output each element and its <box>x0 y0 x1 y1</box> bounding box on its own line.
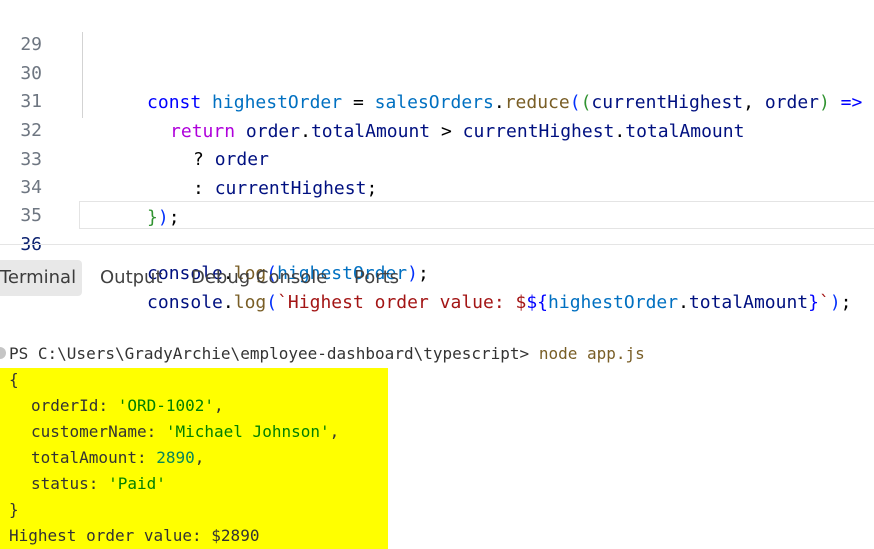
code-line[interactable]: 35 console.log(highestOrder); <box>0 172 874 284</box>
output-value: 2890 <box>156 448 195 467</box>
terminal-prompt: PS C:\Users\GradyArchie\employee-dashboa… <box>9 344 539 363</box>
tab-ports[interactable]: Ports <box>354 260 399 296</box>
tab-debug-console[interactable]: Debug Console <box>191 260 327 296</box>
output-key: customerName <box>31 422 147 441</box>
code-line[interactable]: 33 }); <box>0 116 874 228</box>
code-line[interactable]: 31 ? order <box>0 58 874 170</box>
tab-terminal[interactable]: Terminal <box>0 260 82 296</box>
output-field: orderId: 'ORD-1002', <box>31 396 224 415</box>
output-value: 'Michael Johnson' <box>165 422 330 441</box>
code-line[interactable]: 29 const highestOrder = salesOrders.redu… <box>0 1 874 113</box>
panel-tabs: Terminal Output Debug Console Ports <box>0 260 874 296</box>
code-line[interactable]: 34 <box>0 144 874 198</box>
output-sep: , <box>194 448 205 467</box>
output-field: status: 'Paid' <box>31 474 166 493</box>
code-line[interactable]: 30 return order.totalAmount > currentHig… <box>0 30 874 142</box>
command-decoration-icon[interactable] <box>0 347 6 359</box>
output-value: 'Paid' <box>108 474 166 493</box>
output-close-brace: } <box>9 500 19 519</box>
output-open-brace: { <box>9 370 19 389</box>
terminal-prompt-line: PS C:\Users\GradyArchie\employee-dashboa… <box>9 341 645 367</box>
output-key: orderId <box>31 396 99 415</box>
output-sep: , <box>329 422 340 441</box>
code-line[interactable]: 32 : currentHighest; <box>0 87 874 199</box>
panel-divider[interactable] <box>0 244 874 245</box>
output-field: totalAmount: 2890, <box>31 448 205 467</box>
output-field: customerName: 'Michael Johnson', <box>31 422 340 441</box>
output-value: 'ORD-1002' <box>117 396 215 415</box>
output-key: status <box>31 474 89 493</box>
code-line-current[interactable]: 36 console.log(`Highest order value: $${… <box>0 201 874 313</box>
code-editor[interactable]: 29 const highestOrder = salesOrders.redu… <box>0 0 874 313</box>
output-key: totalAmount <box>31 448 137 467</box>
tab-output[interactable]: Output <box>100 260 163 296</box>
terminal-command: node app.js <box>538 344 645 363</box>
output-sep: , <box>214 396 224 415</box>
output-result-line: Highest order value: $2890 <box>9 526 260 545</box>
